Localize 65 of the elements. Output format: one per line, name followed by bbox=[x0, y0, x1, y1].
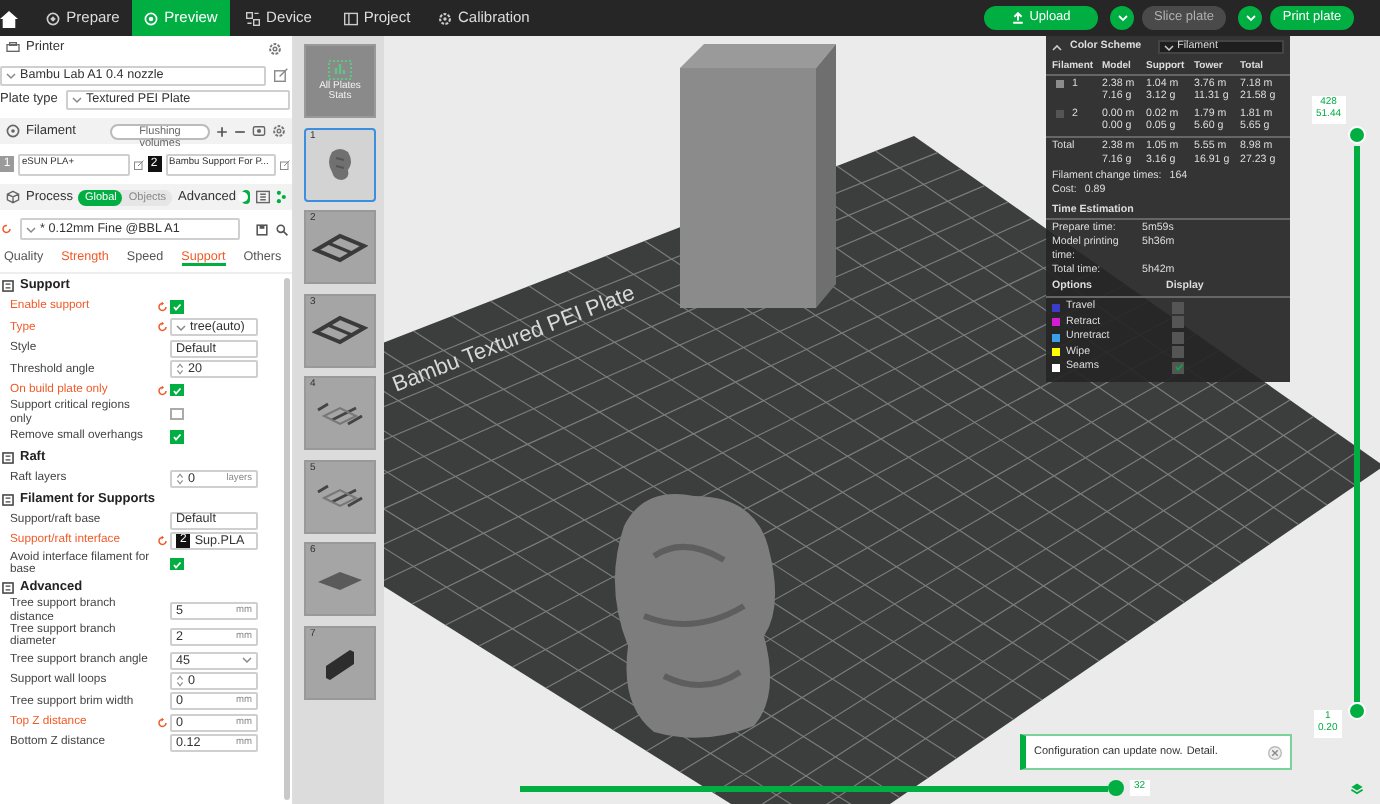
tray-drawing bbox=[312, 231, 368, 263]
checkbox[interactable] bbox=[1172, 331, 1184, 344]
reset-icon[interactable] bbox=[157, 535, 167, 546]
home-icon[interactable] bbox=[0, 9, 18, 27]
plus-icon[interactable] bbox=[216, 125, 228, 137]
section-icon bbox=[2, 280, 14, 293]
chart-icon bbox=[328, 59, 352, 79]
move-slider-track[interactable] bbox=[520, 786, 1108, 792]
caret-icon bbox=[176, 323, 186, 332]
reset-icon[interactable] bbox=[157, 717, 167, 728]
search-icon[interactable] bbox=[276, 223, 288, 235]
checkbox[interactable] bbox=[1172, 316, 1184, 329]
section-icon bbox=[2, 451, 14, 464]
flat-parts-drawing bbox=[312, 480, 368, 512]
scrollbar[interactable] bbox=[284, 278, 290, 800]
spool-icon bbox=[6, 124, 20, 138]
nodes-icon[interactable] bbox=[276, 190, 286, 204]
reset-icon[interactable] bbox=[157, 385, 167, 396]
flat-parts-drawing bbox=[312, 397, 368, 429]
save-icon[interactable] bbox=[256, 223, 268, 235]
spinner-icon[interactable] bbox=[176, 674, 184, 689]
section-icon bbox=[2, 493, 14, 506]
caret-icon bbox=[72, 95, 82, 103]
edit-icon[interactable] bbox=[133, 159, 143, 169]
minus-icon[interactable] bbox=[234, 125, 246, 137]
caret-icon bbox=[26, 225, 36, 233]
target-icon bbox=[46, 11, 61, 25]
cube-icon bbox=[6, 190, 20, 204]
figurine-drawing bbox=[324, 146, 356, 182]
checkbox[interactable] bbox=[1172, 346, 1184, 359]
checkbox[interactable] bbox=[1172, 361, 1184, 374]
section-icon bbox=[2, 581, 14, 594]
gear-icon[interactable] bbox=[268, 41, 282, 55]
edit-icon[interactable] bbox=[274, 68, 288, 82]
upload-icon bbox=[1011, 12, 1024, 24]
checkbox[interactable] bbox=[170, 300, 183, 314]
caret-icon bbox=[6, 71, 16, 79]
reset-icon[interactable] bbox=[157, 322, 167, 333]
dropdown-button[interactable] bbox=[1238, 6, 1262, 30]
grid-icon bbox=[246, 11, 261, 25]
checkbox[interactable] bbox=[170, 383, 183, 397]
window-icon bbox=[343, 11, 358, 25]
checkbox[interactable] bbox=[170, 407, 183, 421]
layer-slider-track[interactable] bbox=[1354, 146, 1360, 702]
spinner-icon[interactable] bbox=[176, 471, 184, 486]
caret-icon bbox=[1245, 14, 1255, 22]
caret-icon bbox=[242, 656, 252, 665]
reset-icon[interactable] bbox=[2, 224, 12, 234]
close-icon[interactable] bbox=[1268, 745, 1282, 759]
collapse-icon[interactable] bbox=[1052, 43, 1062, 51]
gear-icon[interactable] bbox=[272, 124, 286, 138]
checkbox[interactable] bbox=[170, 430, 183, 444]
spinner-icon[interactable] bbox=[176, 362, 184, 377]
dropdown-button[interactable] bbox=[1110, 6, 1134, 30]
layers-icon[interactable] bbox=[1350, 782, 1364, 796]
reset-icon[interactable] bbox=[157, 302, 167, 313]
caret-icon bbox=[1117, 14, 1127, 22]
edit-icon[interactable] bbox=[280, 159, 290, 169]
gear-icon bbox=[438, 11, 452, 25]
checkbox[interactable] bbox=[1172, 301, 1184, 314]
checkbox[interactable] bbox=[170, 557, 183, 571]
toggle-switch[interactable] bbox=[241, 190, 250, 204]
tray-drawing bbox=[312, 314, 368, 346]
caret-icon bbox=[1163, 43, 1174, 51]
printer-icon bbox=[6, 42, 20, 54]
